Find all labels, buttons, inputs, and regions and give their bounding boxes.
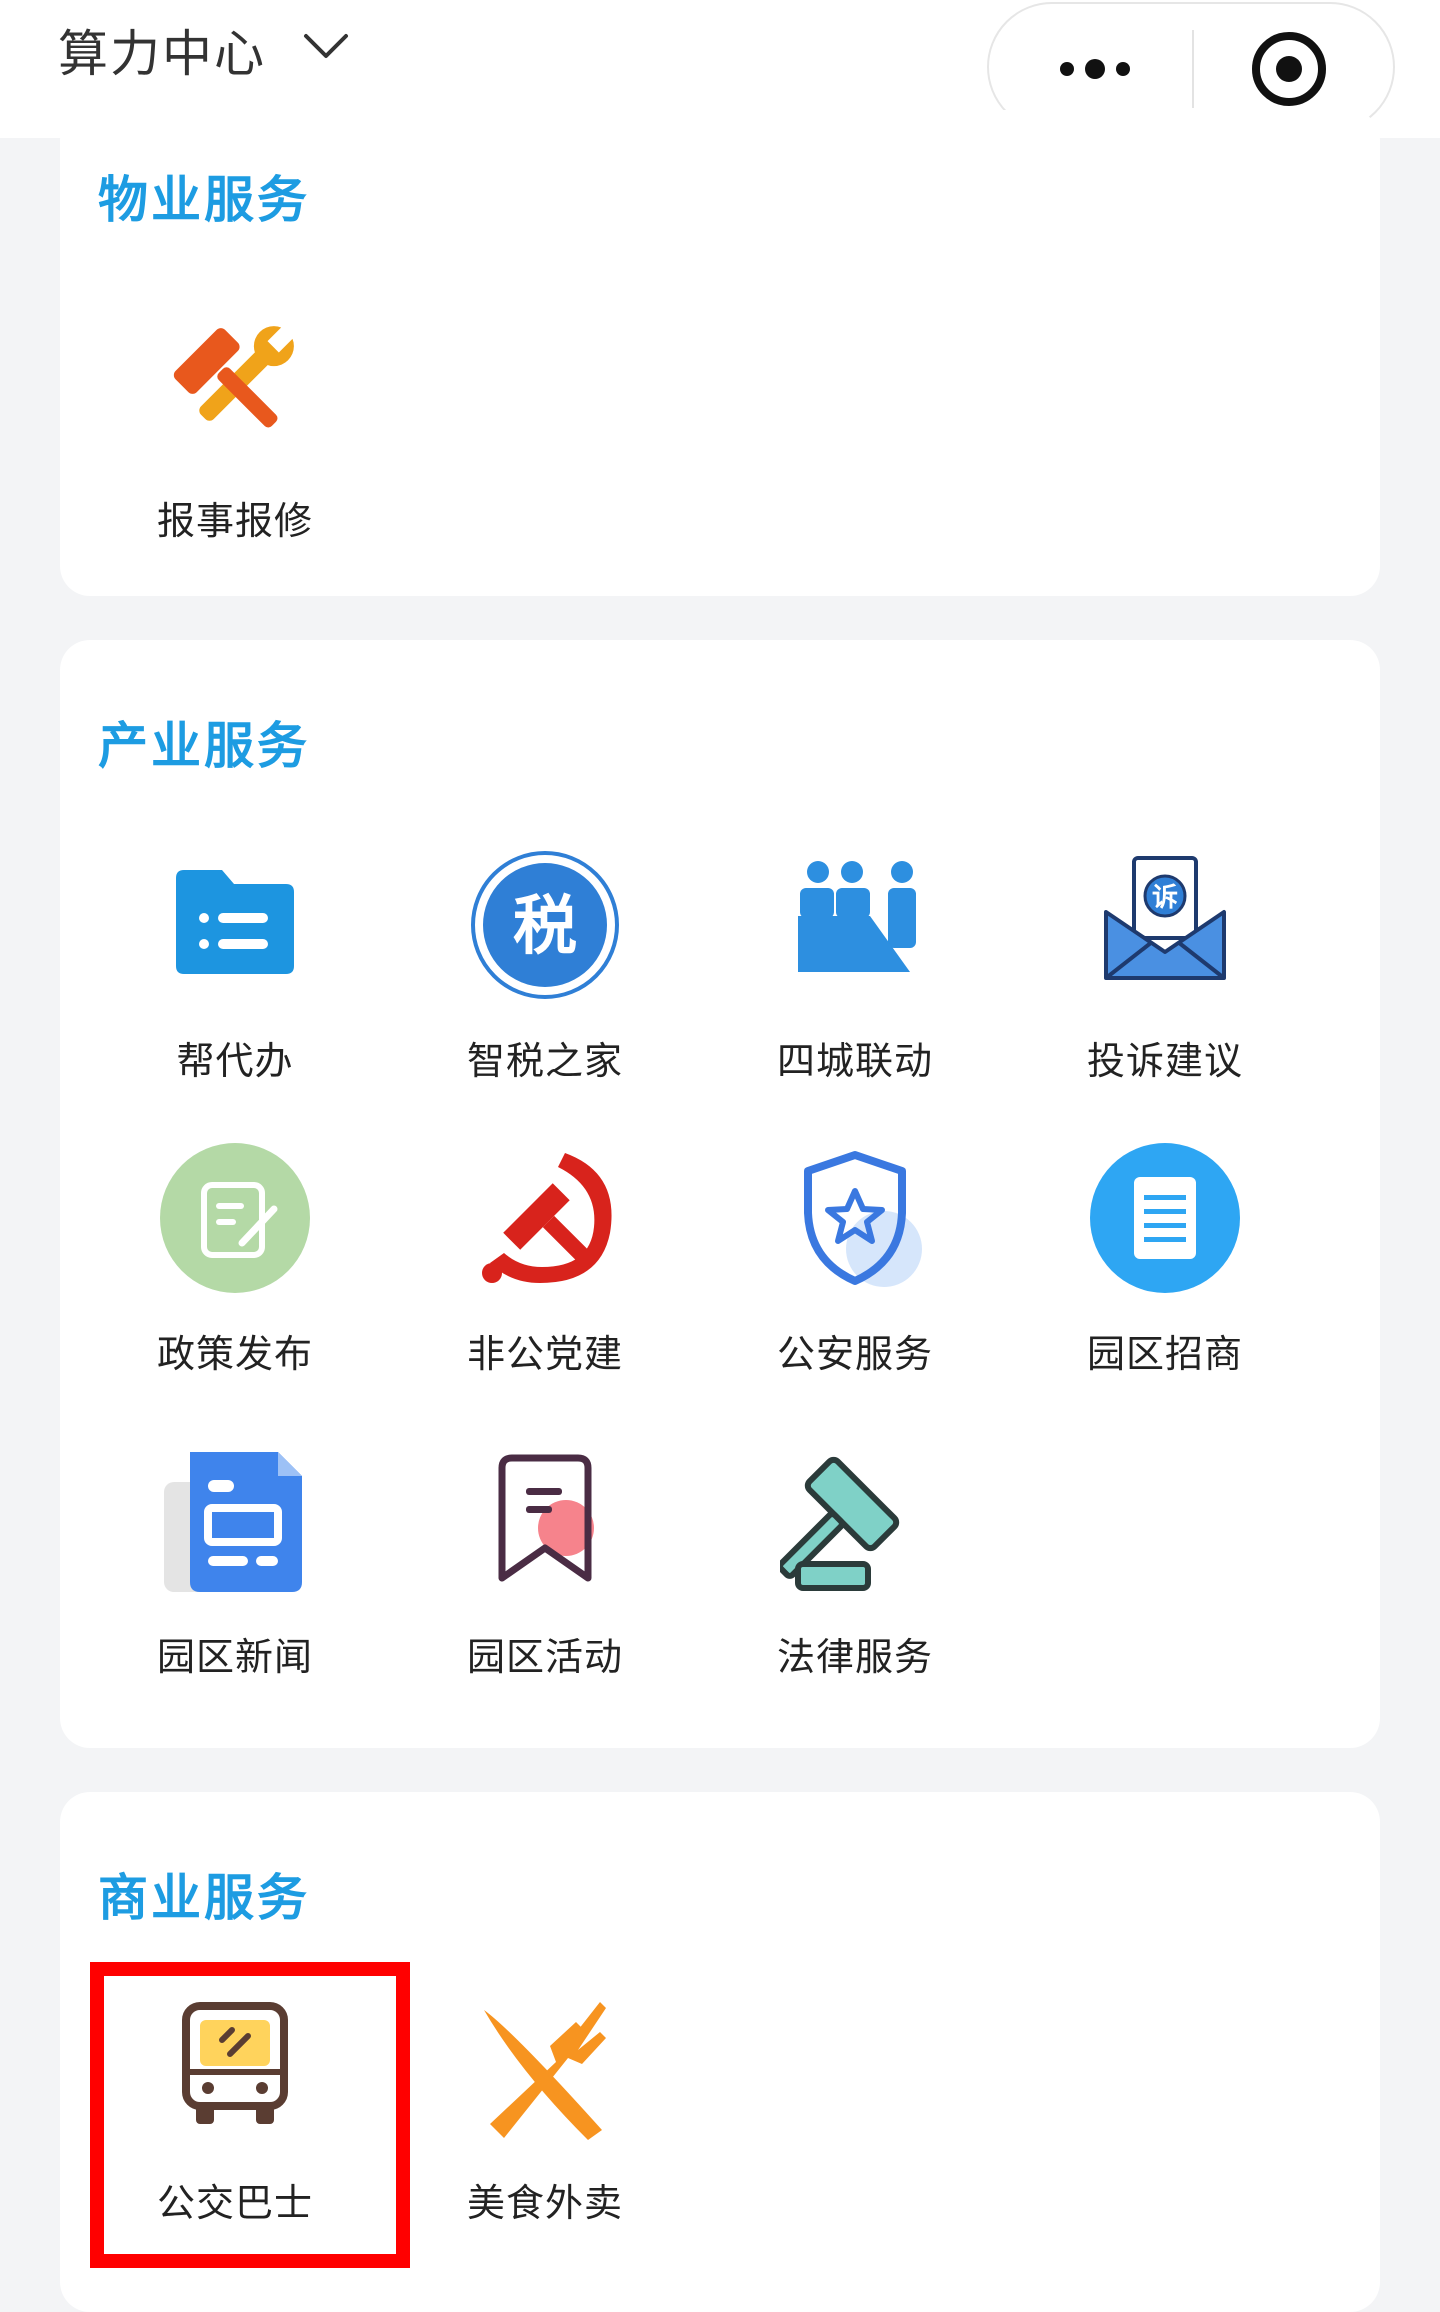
- police-icon: [804, 1151, 922, 1287]
- service-label: 园区招商: [1086, 1332, 1243, 1376]
- service-label: 非公党建: [466, 1332, 623, 1376]
- chevron-down-icon[interactable]: [300, 20, 352, 72]
- service-item-legal[interactable]: 法律服务: [700, 1446, 1010, 1686]
- card-industry-services: 产业服务 帮代办 税 智税之家 四城联动 诉 投诉建议 政策发布 非公党建 公安…: [60, 640, 1380, 1748]
- tools-icon: [173, 322, 298, 428]
- more-dots-icon[interactable]: [1019, 24, 1169, 114]
- service-label: 投诉建议: [1086, 1039, 1243, 1083]
- policy-icon: [160, 1143, 310, 1293]
- service-item-investment[interactable]: 园区招商: [1010, 1143, 1320, 1383]
- app-title[interactable]: 算力中心: [58, 14, 266, 86]
- service-label: 帮代办: [176, 1039, 294, 1083]
- section-title-commerce: 商业服务: [98, 1869, 310, 1927]
- section-title-industry: 产业服务: [98, 717, 310, 775]
- complaint-glyph: 诉: [1152, 883, 1178, 913]
- party-icon: [482, 1153, 612, 1283]
- service-item-food[interactable]: 美食外卖: [390, 1992, 700, 2232]
- tax-glyph: 税: [513, 890, 577, 964]
- service-label: 公安服务: [776, 1332, 933, 1376]
- folder-icon: [176, 870, 294, 974]
- food-icon: [484, 2002, 606, 2140]
- service-label: 园区活动: [466, 1635, 623, 1679]
- service-item-repair[interactable]: 报事报修: [80, 310, 390, 550]
- service-label: 美食外卖: [466, 2181, 623, 2225]
- highlight-box: [90, 1962, 410, 2268]
- news-icon: [164, 1452, 302, 1592]
- service-item-party[interactable]: 非公党建: [390, 1143, 700, 1383]
- service-label: 智税之家: [466, 1039, 623, 1083]
- tax-icon: 税: [471, 851, 619, 999]
- service-item-news[interactable]: 园区新闻: [80, 1446, 390, 1686]
- service-item-complaint[interactable]: 诉 投诉建议: [1010, 850, 1320, 1090]
- service-item-four-city[interactable]: 四城联动: [700, 850, 1010, 1090]
- service-item-agency[interactable]: 帮代办: [80, 850, 390, 1090]
- activity-icon: [498, 1454, 594, 1582]
- complaint-icon: 诉: [1104, 856, 1226, 980]
- service-item-tax[interactable]: 税 智税之家: [390, 850, 700, 1090]
- capsule-divider: [1192, 30, 1194, 108]
- card-property-services: 物业服务 报事报修: [60, 110, 1380, 596]
- service-label: 四城联动: [776, 1039, 933, 1083]
- section-title-property: 物业服务: [98, 171, 310, 229]
- service-item-police[interactable]: 公安服务: [700, 1143, 1010, 1383]
- service-label: 园区新闻: [156, 1635, 313, 1679]
- service-label: 法律服务: [776, 1635, 933, 1679]
- service-item-activity[interactable]: 园区活动: [390, 1446, 700, 1686]
- people-icon: [798, 861, 916, 972]
- target-icon[interactable]: [1214, 24, 1364, 114]
- service-label: 报事报修: [156, 499, 313, 543]
- document-icon: [1090, 1143, 1240, 1293]
- service-label: 政策发布: [156, 1332, 313, 1376]
- service-item-policy[interactable]: 政策发布: [80, 1143, 390, 1383]
- gavel-icon: [780, 1456, 900, 1591]
